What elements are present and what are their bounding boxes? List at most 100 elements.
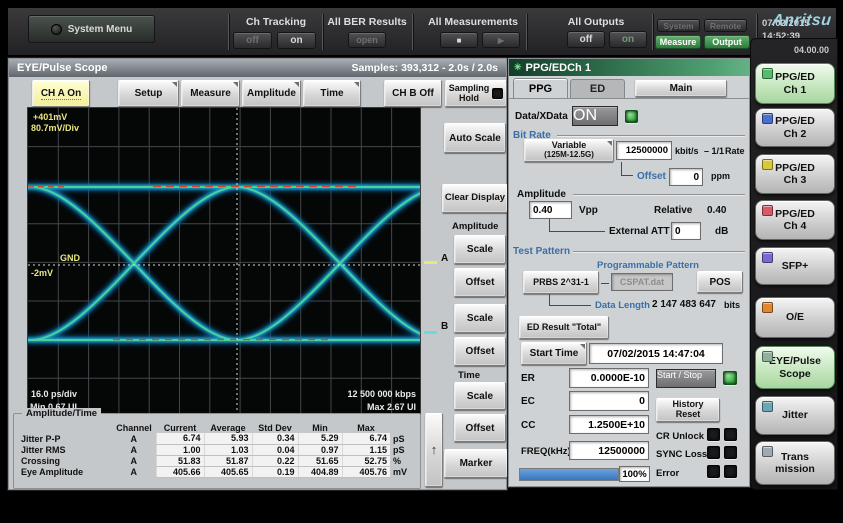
data-length-unit: bits bbox=[724, 300, 740, 310]
all-ber-label: All BER Results bbox=[325, 16, 409, 28]
sidebar-item-ppg-ed-ch3[interactable]: PPG/ED Ch 3 bbox=[755, 154, 835, 194]
sidebar-item-oe[interactable]: O/E bbox=[755, 297, 835, 338]
row-current: 51.83 bbox=[156, 455, 204, 466]
cc-value: 1.2500E+10 bbox=[588, 419, 645, 431]
data-xdata-on-button[interactable]: ON bbox=[572, 106, 618, 126]
all-measurements-start-button[interactable]: ▶ bbox=[482, 32, 520, 48]
history-line2: Reset bbox=[676, 410, 701, 420]
all-ber-open-button[interactable]: open bbox=[348, 32, 386, 48]
all-measurements-stop-button[interactable]: ■ bbox=[440, 32, 478, 48]
top-bar: System Menu Ch Tracking off on All BER R… bbox=[8, 8, 836, 56]
start-time-button[interactable]: Start Time bbox=[521, 342, 587, 365]
play-icon: ▶ bbox=[498, 36, 504, 45]
auto-scale-button[interactable]: Auto Scale bbox=[444, 123, 506, 153]
time-scale-button[interactable]: Scale bbox=[454, 382, 506, 410]
header-blank bbox=[18, 422, 112, 433]
sidebar-item-sfp[interactable]: SFP+ bbox=[755, 247, 835, 285]
header-unit bbox=[390, 422, 416, 433]
channel-a-label: A bbox=[441, 253, 448, 264]
sidebar-item-eye-pulse-scope[interactable]: EYE/Pulse Scope bbox=[755, 346, 835, 389]
cc-field: 1.2500E+10 bbox=[569, 415, 649, 434]
on-label: on bbox=[290, 35, 302, 46]
channel-b-marker: B bbox=[424, 319, 452, 335]
tab-ed[interactable]: ED bbox=[570, 79, 625, 98]
main-label: Main bbox=[670, 83, 693, 94]
amplitude-scale-a-button[interactable]: Scale bbox=[454, 235, 506, 264]
all-outputs-off-button[interactable]: off bbox=[567, 31, 605, 48]
scope-display: +401mV 80.7mV/Div GND -2mV 16.0 ps/div M… bbox=[27, 107, 421, 416]
pattern-connector bbox=[601, 283, 609, 284]
history-reset-button[interactable]: History Reset bbox=[656, 398, 720, 422]
amplitude-scale-b-button[interactable]: Scale bbox=[454, 304, 506, 333]
start-stop-button[interactable]: Start / Stop bbox=[656, 369, 716, 388]
ch-b-label: CH B Off bbox=[392, 88, 434, 99]
all-outputs-on-button[interactable]: on bbox=[609, 31, 647, 48]
ch-tracking-on-button[interactable]: on bbox=[277, 32, 316, 49]
data-length-value: 2 147 483 647 bbox=[652, 299, 716, 310]
measure-label: Measure bbox=[660, 37, 697, 47]
ch-tracking-off-button[interactable]: off bbox=[233, 32, 272, 49]
row-name: Eye Amplitude bbox=[18, 466, 112, 477]
open-label: open bbox=[356, 35, 378, 45]
amplitude-field[interactable]: 0.40 bbox=[529, 201, 572, 219]
table-scroll-up-button[interactable]: ↑ bbox=[425, 413, 443, 487]
start-time-label: Start Time bbox=[530, 348, 579, 359]
progress-value: 100% bbox=[622, 469, 646, 480]
time-offset-button[interactable]: Offset bbox=[454, 414, 506, 442]
eye-window-titlebar: EYE/Pulse Scope Samples: 393,312 - 2.0s … bbox=[9, 59, 506, 77]
amplitude-offset-a-button[interactable]: Offset bbox=[454, 268, 506, 297]
system-menu-button[interactable]: System Menu bbox=[28, 15, 155, 43]
row-current: 1.00 bbox=[156, 444, 204, 455]
att-value: 0 bbox=[675, 226, 681, 237]
time-button[interactable]: Time bbox=[303, 80, 361, 107]
row-channel: A bbox=[112, 433, 156, 444]
channel-a-tick bbox=[424, 261, 437, 264]
row-name: Jitter P-P bbox=[18, 433, 112, 444]
amplitude-offset-b-button[interactable]: Offset bbox=[454, 337, 506, 366]
sampling-hold-button[interactable]: Sampling Hold bbox=[445, 80, 507, 107]
ch-a-on-button[interactable]: CH A On bbox=[32, 80, 90, 107]
measure-button[interactable]: Measure bbox=[181, 80, 240, 107]
output-label: Output bbox=[712, 37, 742, 47]
external-att-field[interactable]: 0 bbox=[671, 222, 701, 240]
eye-trace-core bbox=[28, 187, 421, 340]
offset-label: Offset bbox=[466, 423, 495, 434]
ch-tracking-label: Ch Tracking bbox=[233, 16, 319, 28]
sidebar-item-transmission[interactable]: Trans mission bbox=[755, 441, 835, 485]
offset-value: 0 bbox=[693, 172, 699, 183]
module-icon bbox=[762, 351, 773, 362]
ec-field: 0 bbox=[569, 391, 649, 411]
gnd-level-readout: -2mV bbox=[31, 268, 53, 278]
sync-loss-label: SYNC Loss bbox=[656, 449, 707, 460]
row-average: 1.03 bbox=[204, 444, 252, 455]
prbs-pattern-button[interactable]: PRBS 2^31-1 bbox=[523, 271, 599, 294]
clear-display-button[interactable]: Clear Display bbox=[442, 184, 508, 213]
section-rule bbox=[573, 251, 745, 253]
sidebar-item-ppg-ed-ch2[interactable]: PPG/ED Ch 2 bbox=[755, 108, 835, 147]
sidebar-item-ppg-ed-ch1[interactable]: PPG/ED Ch 1 bbox=[755, 63, 835, 104]
cr-unlock-led-2 bbox=[724, 428, 737, 441]
sidebar-item-jitter[interactable]: Jitter bbox=[755, 396, 835, 435]
ed-result-total-button[interactable]: ED Result "Total" bbox=[519, 316, 609, 339]
main-button[interactable]: Main bbox=[635, 80, 727, 97]
bit-rate-offset-field[interactable]: 0 bbox=[669, 168, 703, 186]
row-min: 5.29 bbox=[298, 433, 342, 444]
bit-rate-field[interactable]: 12500000 bbox=[616, 141, 672, 160]
marker-button[interactable]: Marker bbox=[444, 449, 508, 478]
sidebar-item-ppg-ed-ch4[interactable]: PPG/ED Ch 4 bbox=[755, 200, 835, 240]
system-status-indicator: System bbox=[657, 19, 700, 32]
pos-button[interactable]: POS bbox=[697, 271, 743, 293]
item-line2: Ch 4 bbox=[784, 220, 807, 232]
setup-button[interactable]: Setup bbox=[118, 80, 179, 107]
off-label: off bbox=[246, 35, 259, 46]
table-row: Jitter P-P A 6.74 5.93 0.34 5.29 6.74 pS bbox=[18, 433, 416, 444]
amplitude-button[interactable]: Amplitude bbox=[242, 80, 301, 107]
section-rule bbox=[573, 194, 745, 196]
ch-b-off-button[interactable]: CH B Off bbox=[384, 80, 442, 107]
bit-rate-variable-button[interactable]: Variable (125M-12.5G) bbox=[524, 139, 614, 162]
sampling-line2: Hold bbox=[449, 94, 490, 104]
prbs-label: PRBS 2^31-1 bbox=[533, 278, 589, 288]
row-name: Jitter RMS bbox=[18, 444, 112, 455]
tab-ppg[interactable]: PPG bbox=[513, 78, 568, 98]
att-unit: dB bbox=[715, 226, 728, 237]
